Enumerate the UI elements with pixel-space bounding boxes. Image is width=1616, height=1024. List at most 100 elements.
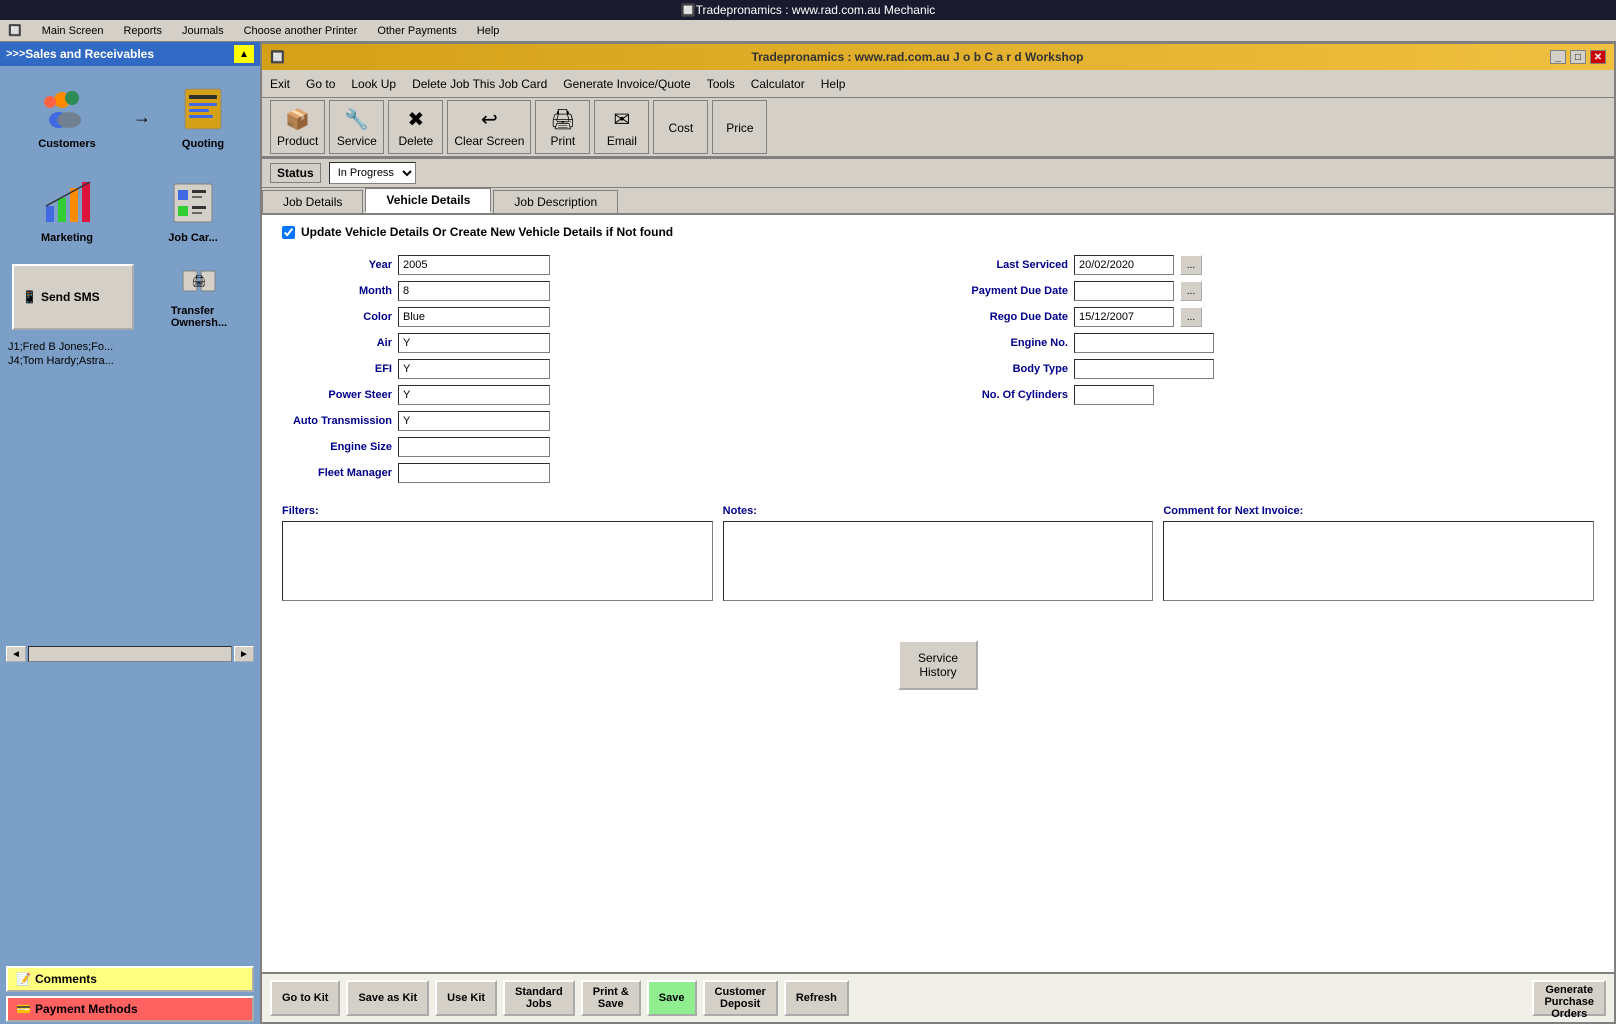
menu-main-screen[interactable]: Main Screen bbox=[38, 23, 108, 39]
print-save-button[interactable]: Print &Save bbox=[581, 980, 641, 1016]
customers-label: Customers bbox=[38, 138, 95, 150]
job-cards-icon bbox=[168, 178, 218, 228]
rego-due-label: Rego Due Date bbox=[958, 311, 1068, 323]
fleet-manager-input[interactable] bbox=[398, 463, 550, 483]
email-button[interactable]: ✉ Email bbox=[594, 100, 649, 154]
refresh-button[interactable]: Refresh bbox=[784, 980, 849, 1016]
payment-due-date-btn[interactable]: ... bbox=[1180, 281, 1202, 301]
menu-help[interactable]: Help bbox=[817, 76, 850, 92]
menu-exit[interactable]: Exit bbox=[266, 76, 294, 92]
rego-due-date-btn[interactable]: ... bbox=[1180, 307, 1202, 327]
quoting-label: Quoting bbox=[182, 138, 224, 150]
print-button[interactable]: 🖨 Print bbox=[535, 100, 590, 154]
save-as-kit-button[interactable]: Save as Kit bbox=[346, 980, 429, 1016]
menu-tools[interactable]: Tools bbox=[703, 76, 739, 92]
status-box: Status bbox=[270, 163, 321, 183]
status-dropdown[interactable]: In Progress Completed Pending Cancelled bbox=[329, 162, 416, 184]
efi-input[interactable] bbox=[398, 359, 550, 379]
cost-button[interactable]: Cost bbox=[653, 100, 708, 154]
job-list-item[interactable]: J1;Fred B Jones;Fo... bbox=[6, 340, 254, 354]
close-button[interactable]: ✕ bbox=[1590, 50, 1606, 64]
jobcard-title-text: Tradepronamics : www.rad.com.au J o b C … bbox=[751, 50, 1083, 64]
delete-button[interactable]: ✖ Delete bbox=[388, 100, 443, 154]
sales-receivables-header: Sales and Receivables ▲ bbox=[0, 42, 260, 66]
color-input[interactable] bbox=[398, 307, 550, 327]
auto-transmission-input[interactable] bbox=[398, 411, 550, 431]
delete-icon: ✖ bbox=[407, 107, 424, 132]
body-type-input[interactable] bbox=[1074, 359, 1214, 379]
update-checkbox[interactable] bbox=[282, 226, 295, 239]
menu-lookup[interactable]: Look Up bbox=[347, 76, 400, 92]
filters-textarea[interactable] bbox=[282, 521, 713, 601]
service-button[interactable]: 🔧 Service bbox=[329, 100, 384, 154]
scroll-left-btn[interactable]: ◄ bbox=[6, 646, 26, 662]
transfer-ownership-icon: 🖨 bbox=[181, 265, 217, 301]
menu-journals[interactable]: Journals bbox=[178, 23, 228, 39]
menu-calculator[interactable]: Calculator bbox=[747, 76, 809, 92]
menu-delete-job[interactable]: Delete Job This Job Card bbox=[408, 76, 551, 92]
job-list-item[interactable]: J4;Tom Hardy;Astra... bbox=[6, 354, 254, 368]
sidebar-item-marketing[interactable]: Marketing bbox=[6, 166, 128, 256]
engine-size-input[interactable] bbox=[398, 437, 550, 457]
cylinders-input[interactable] bbox=[1074, 385, 1154, 405]
customer-deposit-button[interactable]: CustomerDeposit bbox=[703, 980, 778, 1016]
go-to-kit-button[interactable]: Go to Kit bbox=[270, 980, 340, 1016]
engine-no-row: Engine No. bbox=[958, 333, 1594, 353]
sidebar-item-job-cards[interactable]: Job Car... bbox=[132, 166, 254, 256]
menu-printer[interactable]: Choose another Printer bbox=[240, 23, 362, 39]
sidebar-item-customers[interactable]: Customers bbox=[6, 72, 128, 162]
notes-textarea[interactable] bbox=[723, 521, 1154, 601]
left-scroll-nav: ◄ ► bbox=[0, 644, 260, 664]
clear-screen-icon: ↩ bbox=[481, 107, 498, 132]
send-sms-button[interactable]: 📱 Send SMS bbox=[12, 264, 134, 330]
product-button[interactable]: 📦 Product bbox=[270, 100, 325, 154]
engine-no-input[interactable] bbox=[1074, 333, 1214, 353]
menu-reports[interactable]: Reports bbox=[119, 23, 166, 39]
comment-next-invoice-textarea[interactable] bbox=[1163, 521, 1594, 601]
save-button[interactable]: Save bbox=[647, 980, 697, 1016]
menu-goto[interactable]: Go to bbox=[302, 76, 339, 92]
payment-due-label: Payment Due Date bbox=[958, 285, 1068, 297]
product-icon: 📦 bbox=[285, 107, 310, 132]
sidebar-item-quoting[interactable]: Quoting bbox=[152, 72, 254, 162]
last-serviced-input[interactable] bbox=[1074, 255, 1174, 275]
standard-jobs-button[interactable]: StandardJobs bbox=[503, 980, 575, 1016]
menu-generate-invoice[interactable]: Generate Invoice/Quote bbox=[559, 76, 694, 92]
month-input[interactable] bbox=[398, 281, 550, 301]
tab-vehicle-details[interactable]: Vehicle Details bbox=[365, 188, 491, 213]
transfer-ownership-button[interactable]: 🖨 TransferOwnersh... bbox=[144, 262, 254, 332]
comments-button[interactable]: 📝 Comments bbox=[6, 966, 254, 992]
tab-job-description[interactable]: Job Description bbox=[493, 190, 618, 213]
tab-job-details[interactable]: Job Details bbox=[262, 190, 363, 213]
maximize-button[interactable]: □ bbox=[1570, 50, 1586, 64]
power-steer-label: Power Steer bbox=[282, 389, 392, 401]
price-button[interactable]: Price bbox=[712, 100, 767, 154]
service-history-container: ServiceHistory bbox=[282, 620, 1594, 710]
left-icons-grid: Customers → Quoting bbox=[0, 66, 260, 262]
print-icon: 🖨 bbox=[550, 107, 575, 132]
clear-screen-button[interactable]: ↩ Clear Screen bbox=[447, 100, 531, 154]
power-steer-input[interactable] bbox=[398, 385, 550, 405]
payment-due-input[interactable] bbox=[1074, 281, 1174, 301]
menu-help[interactable]: Help bbox=[473, 23, 504, 39]
air-input[interactable] bbox=[398, 333, 550, 353]
comment-next-invoice-section: Comment for Next Invoice: bbox=[1163, 505, 1594, 604]
body-type-label: Body Type bbox=[958, 363, 1068, 375]
rego-due-input[interactable] bbox=[1074, 307, 1174, 327]
service-history-button[interactable]: ServiceHistory bbox=[898, 640, 978, 690]
scroll-right-btn[interactable]: ► bbox=[234, 646, 254, 662]
job-cards-label: Job Car... bbox=[168, 232, 218, 244]
jobcard-menu-bar: Exit Go to Look Up Delete Job This Job C… bbox=[262, 70, 1614, 98]
year-input[interactable] bbox=[398, 255, 550, 275]
form-columns: Year Month Color Air bbox=[282, 255, 1594, 489]
cylinders-row: No. Of Cylinders bbox=[958, 385, 1594, 405]
minimize-button[interactable]: _ bbox=[1550, 50, 1566, 64]
generate-purchase-orders-button[interactable]: GeneratePurchaseOrders bbox=[1532, 980, 1606, 1016]
tab-bar: Job Details Vehicle Details Job Descript… bbox=[262, 188, 1614, 215]
payment-methods-button[interactable]: 💳 Payment Methods bbox=[6, 996, 254, 1022]
menu-other-payments[interactable]: Other Payments bbox=[373, 23, 460, 39]
use-kit-button[interactable]: Use Kit bbox=[435, 980, 497, 1016]
last-serviced-date-btn[interactable]: ... bbox=[1180, 255, 1202, 275]
color-row: Color bbox=[282, 307, 918, 327]
scroll-track[interactable] bbox=[28, 646, 232, 662]
